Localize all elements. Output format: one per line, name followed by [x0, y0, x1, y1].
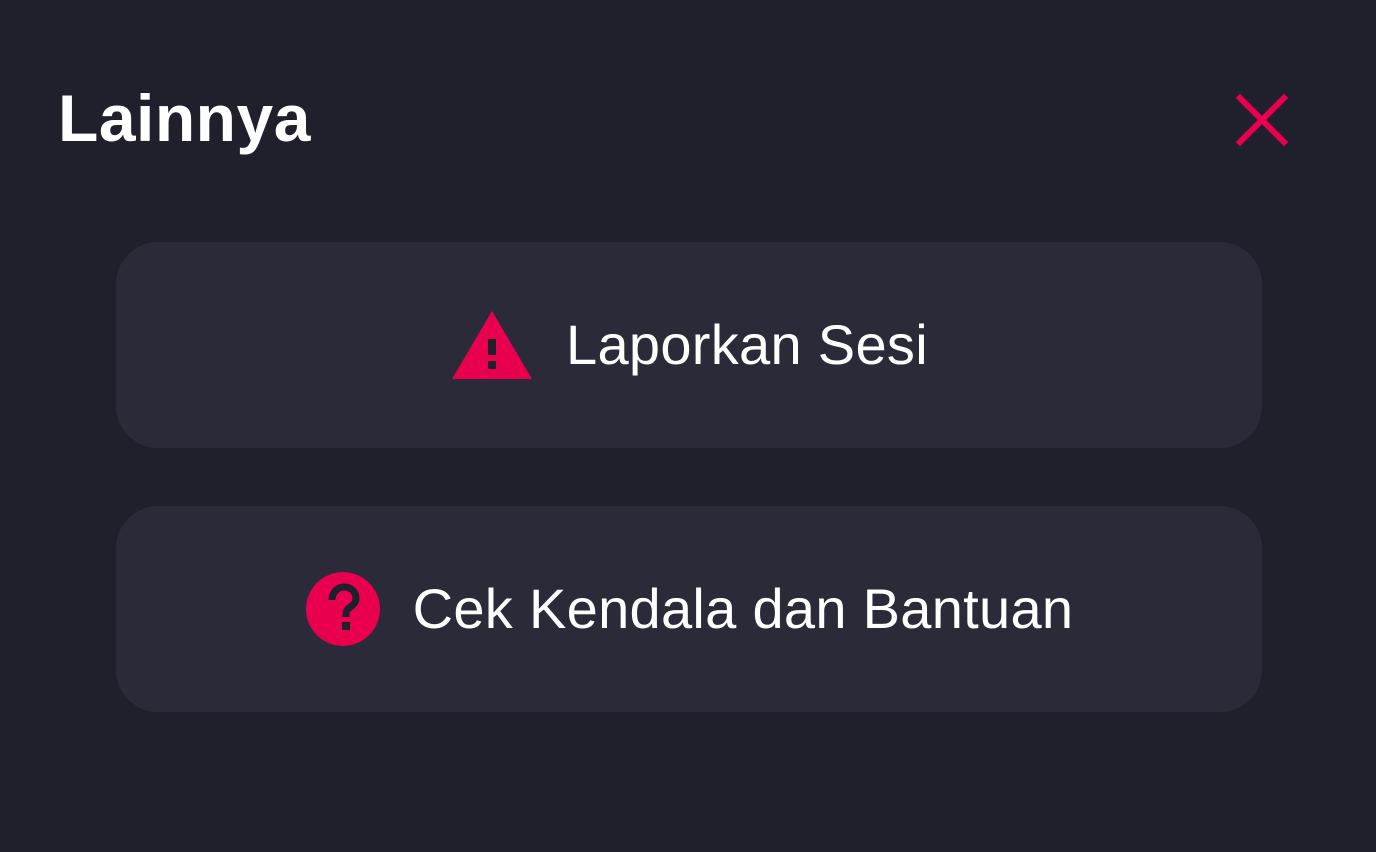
more-options-sheet: Lainnya Laporkan Sesi Cek Kendala dan Ba… — [0, 0, 1376, 852]
help-troubleshoot-label: Cek Kendala dan Bantuan — [412, 577, 1074, 640]
report-session-button[interactable]: Laporkan Sesi — [116, 242, 1262, 448]
sheet-title: Lainnya — [58, 81, 311, 155]
close-icon — [1235, 93, 1289, 147]
close-button[interactable] — [1226, 84, 1298, 156]
help-troubleshoot-button[interactable]: Cek Kendala dan Bantuan — [116, 506, 1262, 712]
report-session-label: Laporkan Sesi — [566, 313, 928, 376]
help-icon — [305, 571, 381, 647]
warning-icon — [450, 309, 534, 381]
